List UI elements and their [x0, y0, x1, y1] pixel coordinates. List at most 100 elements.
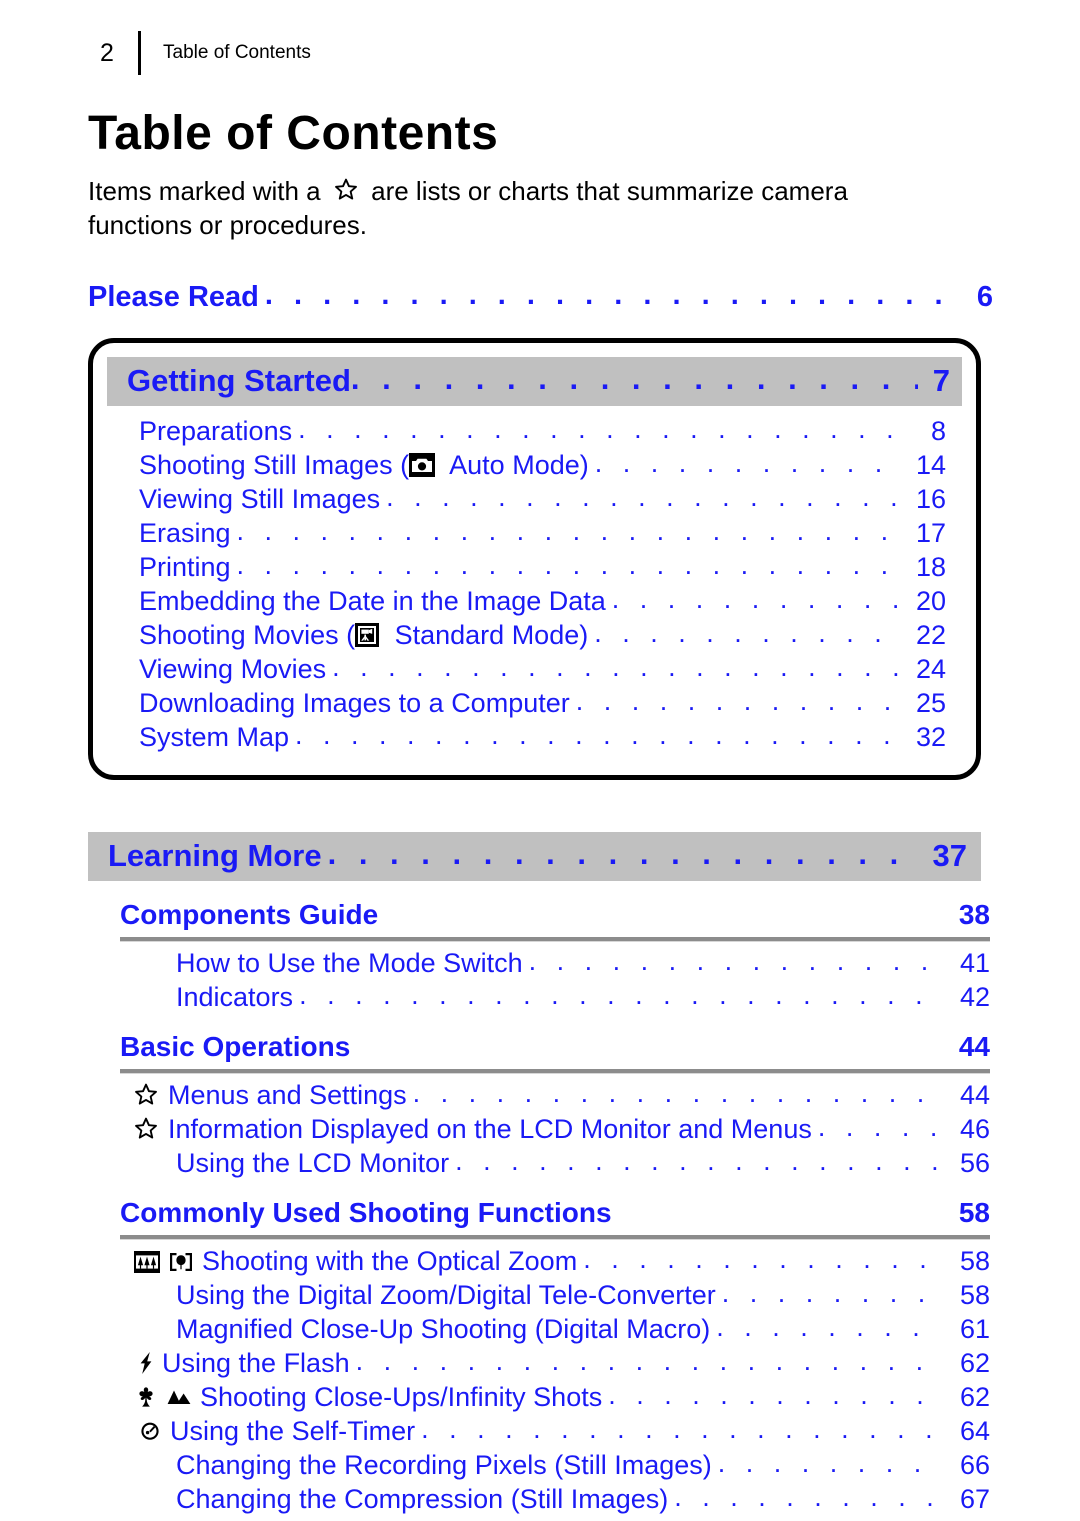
toc-page-number: 42 [959, 982, 990, 1013]
toc-label-text: Menus and Settings [168, 1080, 407, 1111]
section-commonly-used-shooting-functions: Commonly Used Shooting Functions 58 Shoo… [120, 1179, 990, 1515]
toc-label-text: Shooting Close-Ups/Infinity Shots [200, 1382, 603, 1413]
section-heading-label: Basic Operations [120, 1031, 351, 1063]
leader-dots: . . . . . . . . . . . . . . . . . . . . … [594, 618, 898, 649]
star-outline-icon [334, 177, 358, 209]
toc-entry-digital-macro[interactable]: Magnified Close-Up Shooting (Digital Mac… [120, 1312, 990, 1345]
section-divider [120, 1235, 990, 1241]
toc-entry-optical-zoom[interactable]: Shooting with the Optical Zoom . . . . .… [120, 1244, 990, 1277]
toc-entry-using-the-lcd-monitor[interactable]: Using the LCD Monitor . . . . . . . . . … [120, 1146, 990, 1179]
toc-entry-please-read[interactable]: Please Read . . . . . . . . . . . . . . … [88, 279, 993, 314]
toc-entry-system-map[interactable]: System Map . . . . . . . . . . . . . . .… [139, 720, 946, 753]
leader-dots: . . . . . . . . . . . . . . . . . . . . … [608, 1380, 942, 1411]
toc-entry-downloading-images[interactable]: Downloading Images to a Computer . . . .… [139, 686, 946, 719]
intro-text: Items marked with a are lists or charts … [88, 175, 948, 241]
toc-entry-how-to-use-mode-switch[interactable]: How to Use the Mode Switch . . . . . . .… [120, 946, 990, 979]
leader-dots: . . . . . . . . . . . . . . . . . . . . … [611, 584, 898, 615]
leader-dots: . . . . . . . . . . . . . . . . . . . . … [528, 946, 942, 977]
leader-dots: . . . . . . . . . . . . . . . . . . . . … [332, 652, 898, 683]
chapter-label: Getting Started [127, 363, 351, 399]
leader-dots: . . . . . . . . . . . . . . . . . . . . … [236, 550, 898, 581]
leader-dots: . . . . . . . . . . . . . . . . . . . . … [386, 482, 898, 513]
toc-page-number: 41 [959, 948, 990, 979]
toc-label-suffix: Auto Mode) [443, 450, 589, 481]
section-item-list: How to Use the Mode Switch . . . . . . .… [120, 946, 990, 1013]
toc-label: Viewing Still Images [139, 484, 381, 515]
toc-page-number: 46 [959, 1114, 990, 1145]
toc-entry-indicators[interactable]: Indicators . . . . . . . . . . . . . . .… [120, 980, 990, 1013]
toc-entry-shooting-movies[interactable]: Shooting Movies ( Standard Mode) . . . .… [139, 618, 946, 651]
leader-dots: . . . . . . . . . . . . . . . . . . . . … [717, 1448, 942, 1479]
movie-standard-mode-icon [355, 623, 380, 648]
section-heading-page: 38 [958, 899, 990, 931]
toc-label-prefix: Shooting Still Images ( [139, 450, 410, 481]
header-title: Table of Contents [163, 42, 311, 63]
toc-label: Please Read [88, 281, 259, 314]
chapter-band-getting-started[interactable]: Getting Started . . . . . . . . . . . . … [107, 357, 962, 407]
camera-auto-mode-icon [409, 453, 436, 478]
toc-page-number: 56 [959, 1148, 990, 1179]
toc-entry-viewing-still-images[interactable]: Viewing Still Images . . . . . . . . . .… [139, 482, 946, 515]
toc-entry-recording-pixels[interactable]: Changing the Recording Pixels (Still Ima… [120, 1448, 990, 1481]
toc-page-number: 67 [959, 1484, 990, 1515]
toc-label: System Map [139, 722, 290, 753]
leader-dots: . . . . . . . . . . . . . . . . . . . . … [295, 720, 898, 751]
leader-dots: . . . . . . . . . . . . . . . . . . . . … [327, 836, 917, 872]
toc-entry-erasing[interactable]: Erasing . . . . . . . . . . . . . . . . … [139, 516, 946, 549]
toc-entry-embedding-date[interactable]: Embedding the Date in the Image Data . .… [139, 584, 946, 617]
toc-label: Indicators [176, 982, 294, 1013]
leader-dots: . . . . . . . . . . . . . . . . . . . . … [421, 1414, 942, 1445]
toc-label-text: Information Displayed on the LCD Monitor… [168, 1114, 812, 1145]
toc-label: Downloading Images to a Computer [139, 688, 570, 719]
section-heading-row[interactable]: Basic Operations 44 [120, 1013, 990, 1069]
toc-page-number: 17 [915, 518, 946, 549]
toc-entry-using-the-flash[interactable]: Using the Flash . . . . . . . . . . . . … [120, 1346, 990, 1379]
toc-entry-using-the-self-timer[interactable]: Using the Self-Timer . . . . . . . . . .… [120, 1414, 990, 1447]
leader-dots: . . . . . . . . . . . . . . . . . . . . … [721, 1278, 942, 1309]
toc-page-number: 25 [915, 688, 946, 719]
toc-entry-preparations[interactable]: Preparations . . . . . . . . . . . . . .… [139, 414, 946, 447]
toc-label-suffix: Standard Mode) [387, 620, 589, 651]
chapter-item-list: Preparations . . . . . . . . . . . . . .… [139, 414, 946, 753]
infinity-mountain-icon [166, 1385, 192, 1409]
section-heading-row[interactable]: Components Guide 38 [120, 881, 990, 937]
section-basic-operations: Basic Operations 44 Menus and Settings .… [120, 1013, 990, 1179]
leader-dots: . . . . . . . . . . . . . . . . . . . . … [817, 1112, 942, 1143]
toc-page-number: 61 [959, 1314, 990, 1345]
leader-dots: . . . . . . . . . . . . . . . . . . . . … [299, 980, 942, 1011]
toc-entry-printing[interactable]: Printing . . . . . . . . . . . . . . . .… [139, 550, 946, 583]
chapter-band-learning-more[interactable]: Learning More . . . . . . . . . . . . . … [88, 832, 981, 882]
macro-flower-icon [134, 1385, 158, 1409]
toc-entry-viewing-movies[interactable]: Viewing Movies . . . . . . . . . . . . .… [139, 652, 946, 685]
section-heading-row[interactable]: Commonly Used Shooting Functions 58 [120, 1179, 990, 1235]
section-divider [120, 1069, 990, 1075]
toc-page-number: 58 [959, 1246, 990, 1277]
self-timer-icon [138, 1419, 162, 1443]
zoom-tele-icon [168, 1251, 194, 1273]
toc-page-number: 16 [915, 484, 946, 515]
toc-page-number: 22 [915, 620, 946, 651]
flash-icon [138, 1351, 154, 1375]
leader-dots: . . . . . . . . . . . . . . . . . . . . … [355, 1346, 942, 1377]
toc-label: Using the LCD Monitor [176, 1148, 450, 1179]
chapter-label: Learning More [108, 838, 322, 874]
toc-entry-shooting-still-images[interactable]: Shooting Still Images ( Auto Mode) . . .… [139, 448, 946, 481]
toc-page-number: 66 [959, 1450, 990, 1481]
toc-page-number: 20 [915, 586, 946, 617]
leader-dots: . . . . . . . . . . . . . . . . . . . . … [350, 361, 918, 397]
section-heading-page: 44 [958, 1031, 990, 1063]
toc-label: Magnified Close-Up Shooting (Digital Mac… [176, 1314, 711, 1345]
toc-label-text: Shooting with the Optical Zoom [202, 1246, 578, 1277]
toc-entry-compression[interactable]: Changing the Compression (Still Images) … [120, 1482, 990, 1515]
toc-entry-information-displayed[interactable]: Information Displayed on the LCD Monitor… [120, 1112, 990, 1145]
toc-entry-close-ups-infinity[interactable]: Shooting Close-Ups/Infinity Shots . . . … [120, 1380, 990, 1413]
toc-page-number: 64 [959, 1416, 990, 1447]
toc-entry-digital-zoom[interactable]: Using the Digital Zoom/Digital Tele-Conv… [120, 1278, 990, 1311]
leader-dots: . . . . . . . . . . . . . . . . . . . . … [674, 1482, 942, 1513]
toc-label: Changing the Compression (Still Images) [176, 1484, 669, 1515]
section-heading-page: 58 [958, 1197, 990, 1229]
toc-entry-menus-and-settings[interactable]: Menus and Settings . . . . . . . . . . .… [120, 1078, 990, 1111]
toc-label: Viewing Movies [139, 654, 327, 685]
toc-page-number: 44 [959, 1080, 990, 1111]
section-divider [120, 937, 990, 943]
